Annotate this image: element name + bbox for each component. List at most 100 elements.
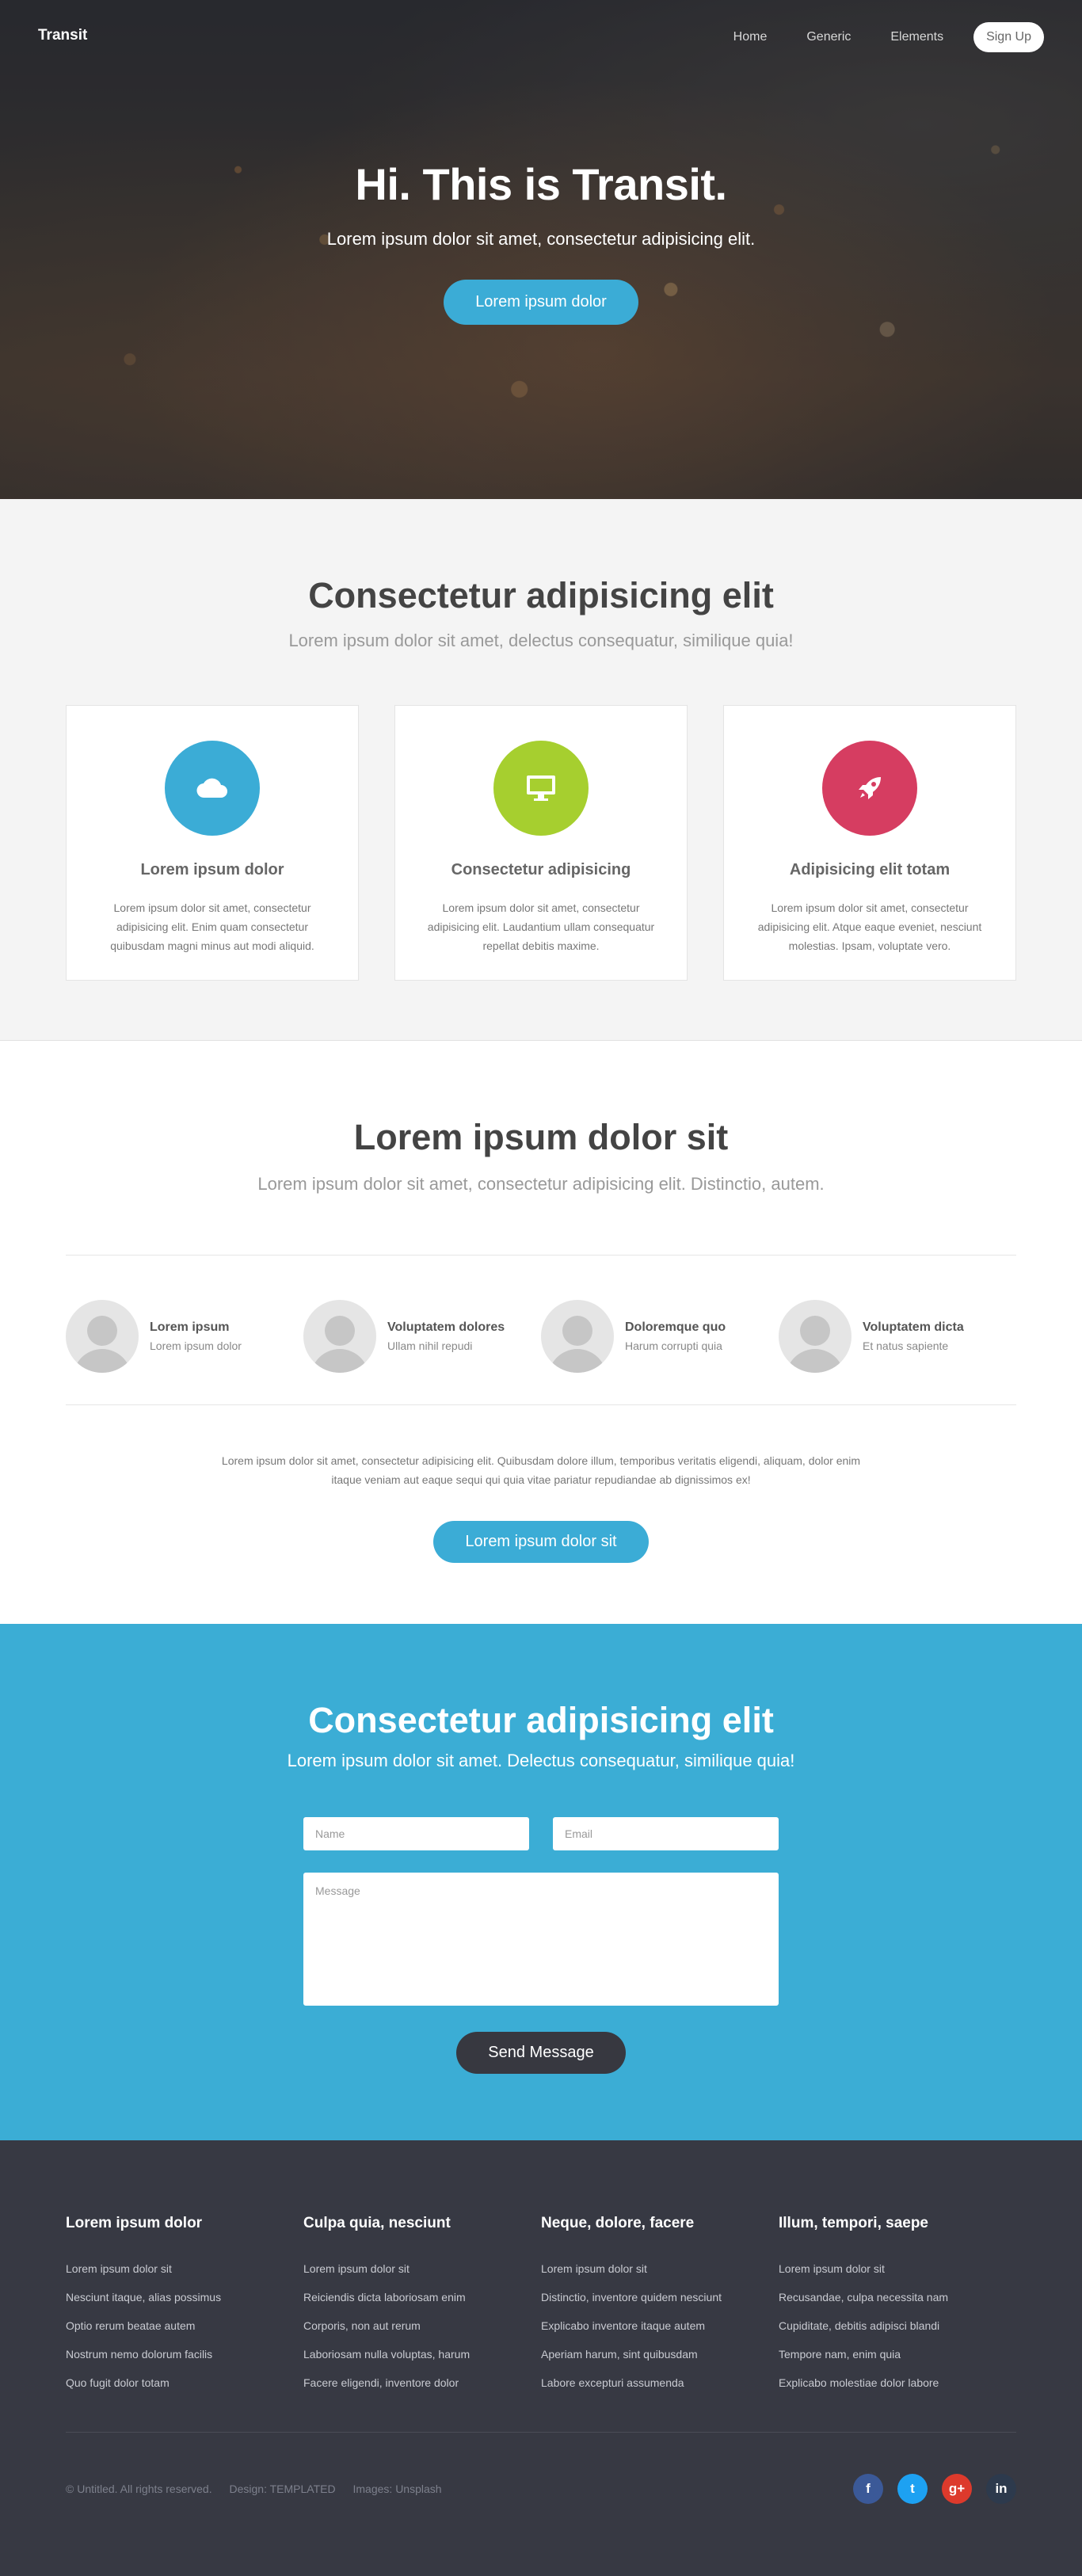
footer-column-title: Neque, dolore, facere bbox=[541, 2215, 695, 2231]
footer-link[interactable]: Cupiditate, debitis adipisci blandi bbox=[779, 2311, 1016, 2340]
footer-link[interactable]: Nesciunt itaque, alias possimus bbox=[66, 2283, 303, 2311]
footer-link[interactable]: Laboriosam nulla voluptas, harum bbox=[303, 2340, 541, 2368]
hero-cta-button[interactable]: Lorem ipsum dolor bbox=[444, 280, 638, 325]
hero-content: Hi. This is Transit. Lorem ipsum dolor s… bbox=[0, 158, 1082, 325]
copyright: © Untitled. All rights reserved. Design:… bbox=[66, 2483, 456, 2495]
footer-link[interactable]: Explicabo molestiae dolor labore bbox=[779, 2368, 1016, 2397]
footer: Lorem ipsum dolor Lorem ipsum dolor sit … bbox=[0, 2140, 1082, 2576]
logo[interactable]: Transit bbox=[38, 27, 87, 44]
footer-link[interactable]: Recusandae, culpa necessita nam bbox=[779, 2283, 1016, 2311]
member-name: Voluptatem dolores bbox=[387, 1320, 505, 1334]
cloud-icon bbox=[165, 741, 260, 836]
footer-column-title: Lorem ipsum dolor bbox=[66, 2215, 203, 2231]
footer-link[interactable]: Labore excepturi assumenda bbox=[541, 2368, 779, 2397]
team-section: Lorem ipsum dolor sit Lorem ipsum dolor … bbox=[0, 1041, 1082, 1624]
signup-button[interactable]: Sign Up bbox=[973, 22, 1044, 52]
google-plus-icon[interactable]: g+ bbox=[942, 2474, 972, 2504]
hero-title: Hi. This is Transit. bbox=[355, 159, 727, 209]
footer-link[interactable]: Optio rerum beatae autem bbox=[66, 2311, 303, 2340]
feature-cards: Lorem ipsum dolor Lorem ipsum dolor sit … bbox=[66, 705, 1016, 981]
footer-link[interactable]: Facere eligendi, inventore dolor bbox=[303, 2368, 541, 2397]
linkedin-icon[interactable]: in bbox=[986, 2474, 1016, 2504]
footer-link[interactable]: Corporis, non aut rerum bbox=[303, 2311, 541, 2340]
footer-link[interactable]: Aperiam harum, sint quibusdam bbox=[541, 2340, 779, 2368]
contact-title: Consectetur adipisicing elit bbox=[308, 1700, 774, 1740]
divider bbox=[66, 1404, 1016, 1405]
member-role: Harum corrupti quia bbox=[625, 1339, 722, 1352]
top-nav: Transit Home Generic Elements Sign Up bbox=[0, 0, 1082, 74]
member-name: Lorem ipsum bbox=[150, 1320, 230, 1334]
footer-link[interactable]: Lorem ipsum dolor sit bbox=[779, 2254, 1016, 2283]
team-description: Lorem ipsum dolor sit amet, consectetur … bbox=[221, 1454, 861, 1486]
feature-card: Lorem ipsum dolor Lorem ipsum dolor sit … bbox=[66, 705, 359, 981]
twitter-icon[interactable]: t bbox=[897, 2474, 928, 2504]
member-name: Doloremque quo bbox=[625, 1320, 726, 1334]
name-field[interactable] bbox=[303, 1817, 529, 1850]
rocket-icon bbox=[822, 741, 917, 836]
nav-elements-link[interactable]: Elements bbox=[890, 30, 943, 44]
facebook-icon[interactable]: f bbox=[853, 2474, 883, 2504]
footer-column-title: Culpa quia, nesciunt bbox=[303, 2215, 451, 2231]
footer-link[interactable]: Explicabo inventore itaque autem bbox=[541, 2311, 779, 2340]
footer-columns: Lorem ipsum dolor Lorem ipsum dolor sit … bbox=[66, 2215, 1016, 2397]
message-field[interactable] bbox=[303, 1873, 779, 2006]
avatar bbox=[541, 1300, 614, 1373]
contact-section: Consectetur adipisicing elit Lorem ipsum… bbox=[0, 1624, 1082, 2140]
team-member: Voluptatem dolores Ullam nihil repudi bbox=[303, 1300, 541, 1373]
member-role: Et natus sapiente bbox=[863, 1339, 949, 1352]
footer-column: Neque, dolore, facere Lorem ipsum dolor … bbox=[541, 2215, 779, 2397]
feature-card: Adipisicing elit totam Lorem ipsum dolor… bbox=[723, 705, 1016, 981]
send-message-button[interactable]: Send Message bbox=[456, 2032, 626, 2074]
member-role: Ullam nihil repudi bbox=[387, 1339, 473, 1352]
footer-divider bbox=[66, 2432, 1016, 2433]
team-member: Doloremque quo Harum corrupti quia bbox=[541, 1300, 779, 1373]
team-member: Voluptatem dicta Et natus sapiente bbox=[779, 1300, 1016, 1373]
feature-card-title: Consectetur adipisicing bbox=[451, 861, 631, 878]
footer-column-title: Illum, tempori, saepe bbox=[779, 2215, 928, 2231]
social-links: f t g+ in bbox=[839, 2474, 1016, 2504]
features-subtitle: Lorem ipsum dolor sit amet, delectus con… bbox=[288, 631, 794, 650]
email-field[interactable] bbox=[553, 1817, 779, 1850]
feature-card-text: Lorem ipsum dolor sit amet, consectetur … bbox=[427, 901, 655, 952]
feature-card: Consectetur adipisicing Lorem ipsum dolo… bbox=[394, 705, 688, 981]
contact-subtitle: Lorem ipsum dolor sit amet. Delectus con… bbox=[287, 1751, 795, 1770]
footer-link[interactable]: Lorem ipsum dolor sit bbox=[303, 2254, 541, 2283]
nav-generic-link[interactable]: Generic bbox=[806, 30, 851, 44]
footer-link[interactable]: Reiciendis dicta laboriosam enim bbox=[303, 2283, 541, 2311]
feature-card-text: Lorem ipsum dolor sit amet, consectetur … bbox=[110, 901, 314, 952]
avatar bbox=[66, 1300, 139, 1373]
features-section: Consectetur adipisicing elit Lorem ipsum… bbox=[0, 499, 1082, 1041]
footer-column: Lorem ipsum dolor Lorem ipsum dolor sit … bbox=[66, 2215, 303, 2397]
feature-card-title: Adipisicing elit totam bbox=[789, 861, 951, 878]
footer-link[interactable]: Lorem ipsum dolor sit bbox=[66, 2254, 303, 2283]
feature-card-text: Lorem ipsum dolor sit amet, consectetur … bbox=[757, 901, 982, 952]
footer-link[interactable]: Lorem ipsum dolor sit bbox=[541, 2254, 779, 2283]
desktop-icon bbox=[493, 741, 589, 836]
contact-form: Send Message bbox=[303, 1817, 779, 2074]
feature-card-title: Lorem ipsum dolor bbox=[140, 861, 284, 878]
footer-column: Illum, tempori, saepe Lorem ipsum dolor … bbox=[779, 2215, 1016, 2397]
design-credit[interactable]: Design: TEMPLATED bbox=[230, 2483, 336, 2495]
team-cta-button[interactable]: Lorem ipsum dolor sit bbox=[433, 1521, 649, 1563]
footer-link[interactable]: Quo fugit dolor totam bbox=[66, 2368, 303, 2397]
nav-home-link[interactable]: Home bbox=[733, 30, 768, 44]
footer-link[interactable]: Distinctio, inventore quidem nesciunt bbox=[541, 2283, 779, 2311]
footer-column: Culpa quia, nesciunt Lorem ipsum dolor s… bbox=[303, 2215, 541, 2397]
nav-links: Home Generic Elements Sign Up bbox=[694, 22, 1044, 52]
team-members: Lorem ipsum Lorem ipsum dolor Voluptatem… bbox=[66, 1256, 1016, 1404]
footer-link[interactable]: Tempore nam, enim quia bbox=[779, 2340, 1016, 2368]
member-role: Lorem ipsum dolor bbox=[150, 1339, 242, 1352]
team-member: Lorem ipsum Lorem ipsum dolor bbox=[66, 1300, 303, 1373]
avatar bbox=[779, 1300, 852, 1373]
hero-subtitle: Lorem ipsum dolor sit amet, consectetur … bbox=[326, 229, 756, 249]
features-title: Consectetur adipisicing elit bbox=[308, 575, 774, 615]
team-title: Lorem ipsum dolor sit bbox=[353, 1117, 729, 1157]
team-subtitle: Lorem ipsum dolor sit amet, consectetur … bbox=[257, 1174, 825, 1194]
avatar bbox=[303, 1300, 376, 1373]
member-name: Voluptatem dicta bbox=[863, 1320, 964, 1334]
hero-banner: Transit Home Generic Elements Sign Up Hi… bbox=[0, 0, 1082, 499]
footer-link[interactable]: Nostrum nemo dolorum facilis bbox=[66, 2340, 303, 2368]
images-credit[interactable]: Images: Unsplash bbox=[353, 2483, 442, 2495]
footer-bottom: © Untitled. All rights reserved. Design:… bbox=[66, 2474, 1016, 2504]
copyright-text: © Untitled. All rights reserved. bbox=[66, 2483, 212, 2495]
